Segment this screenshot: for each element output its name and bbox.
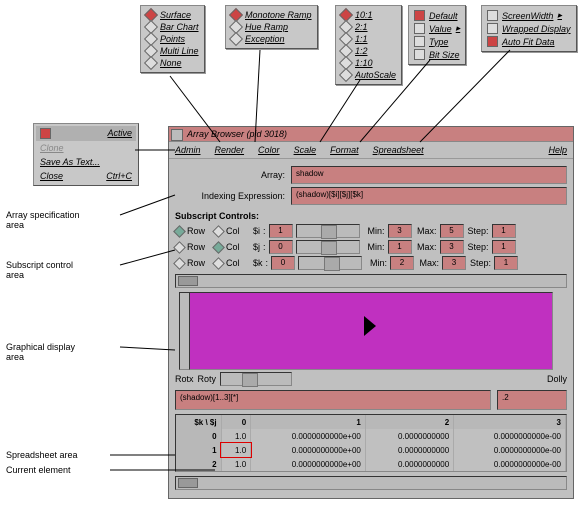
callout-lines bbox=[0, 0, 584, 521]
